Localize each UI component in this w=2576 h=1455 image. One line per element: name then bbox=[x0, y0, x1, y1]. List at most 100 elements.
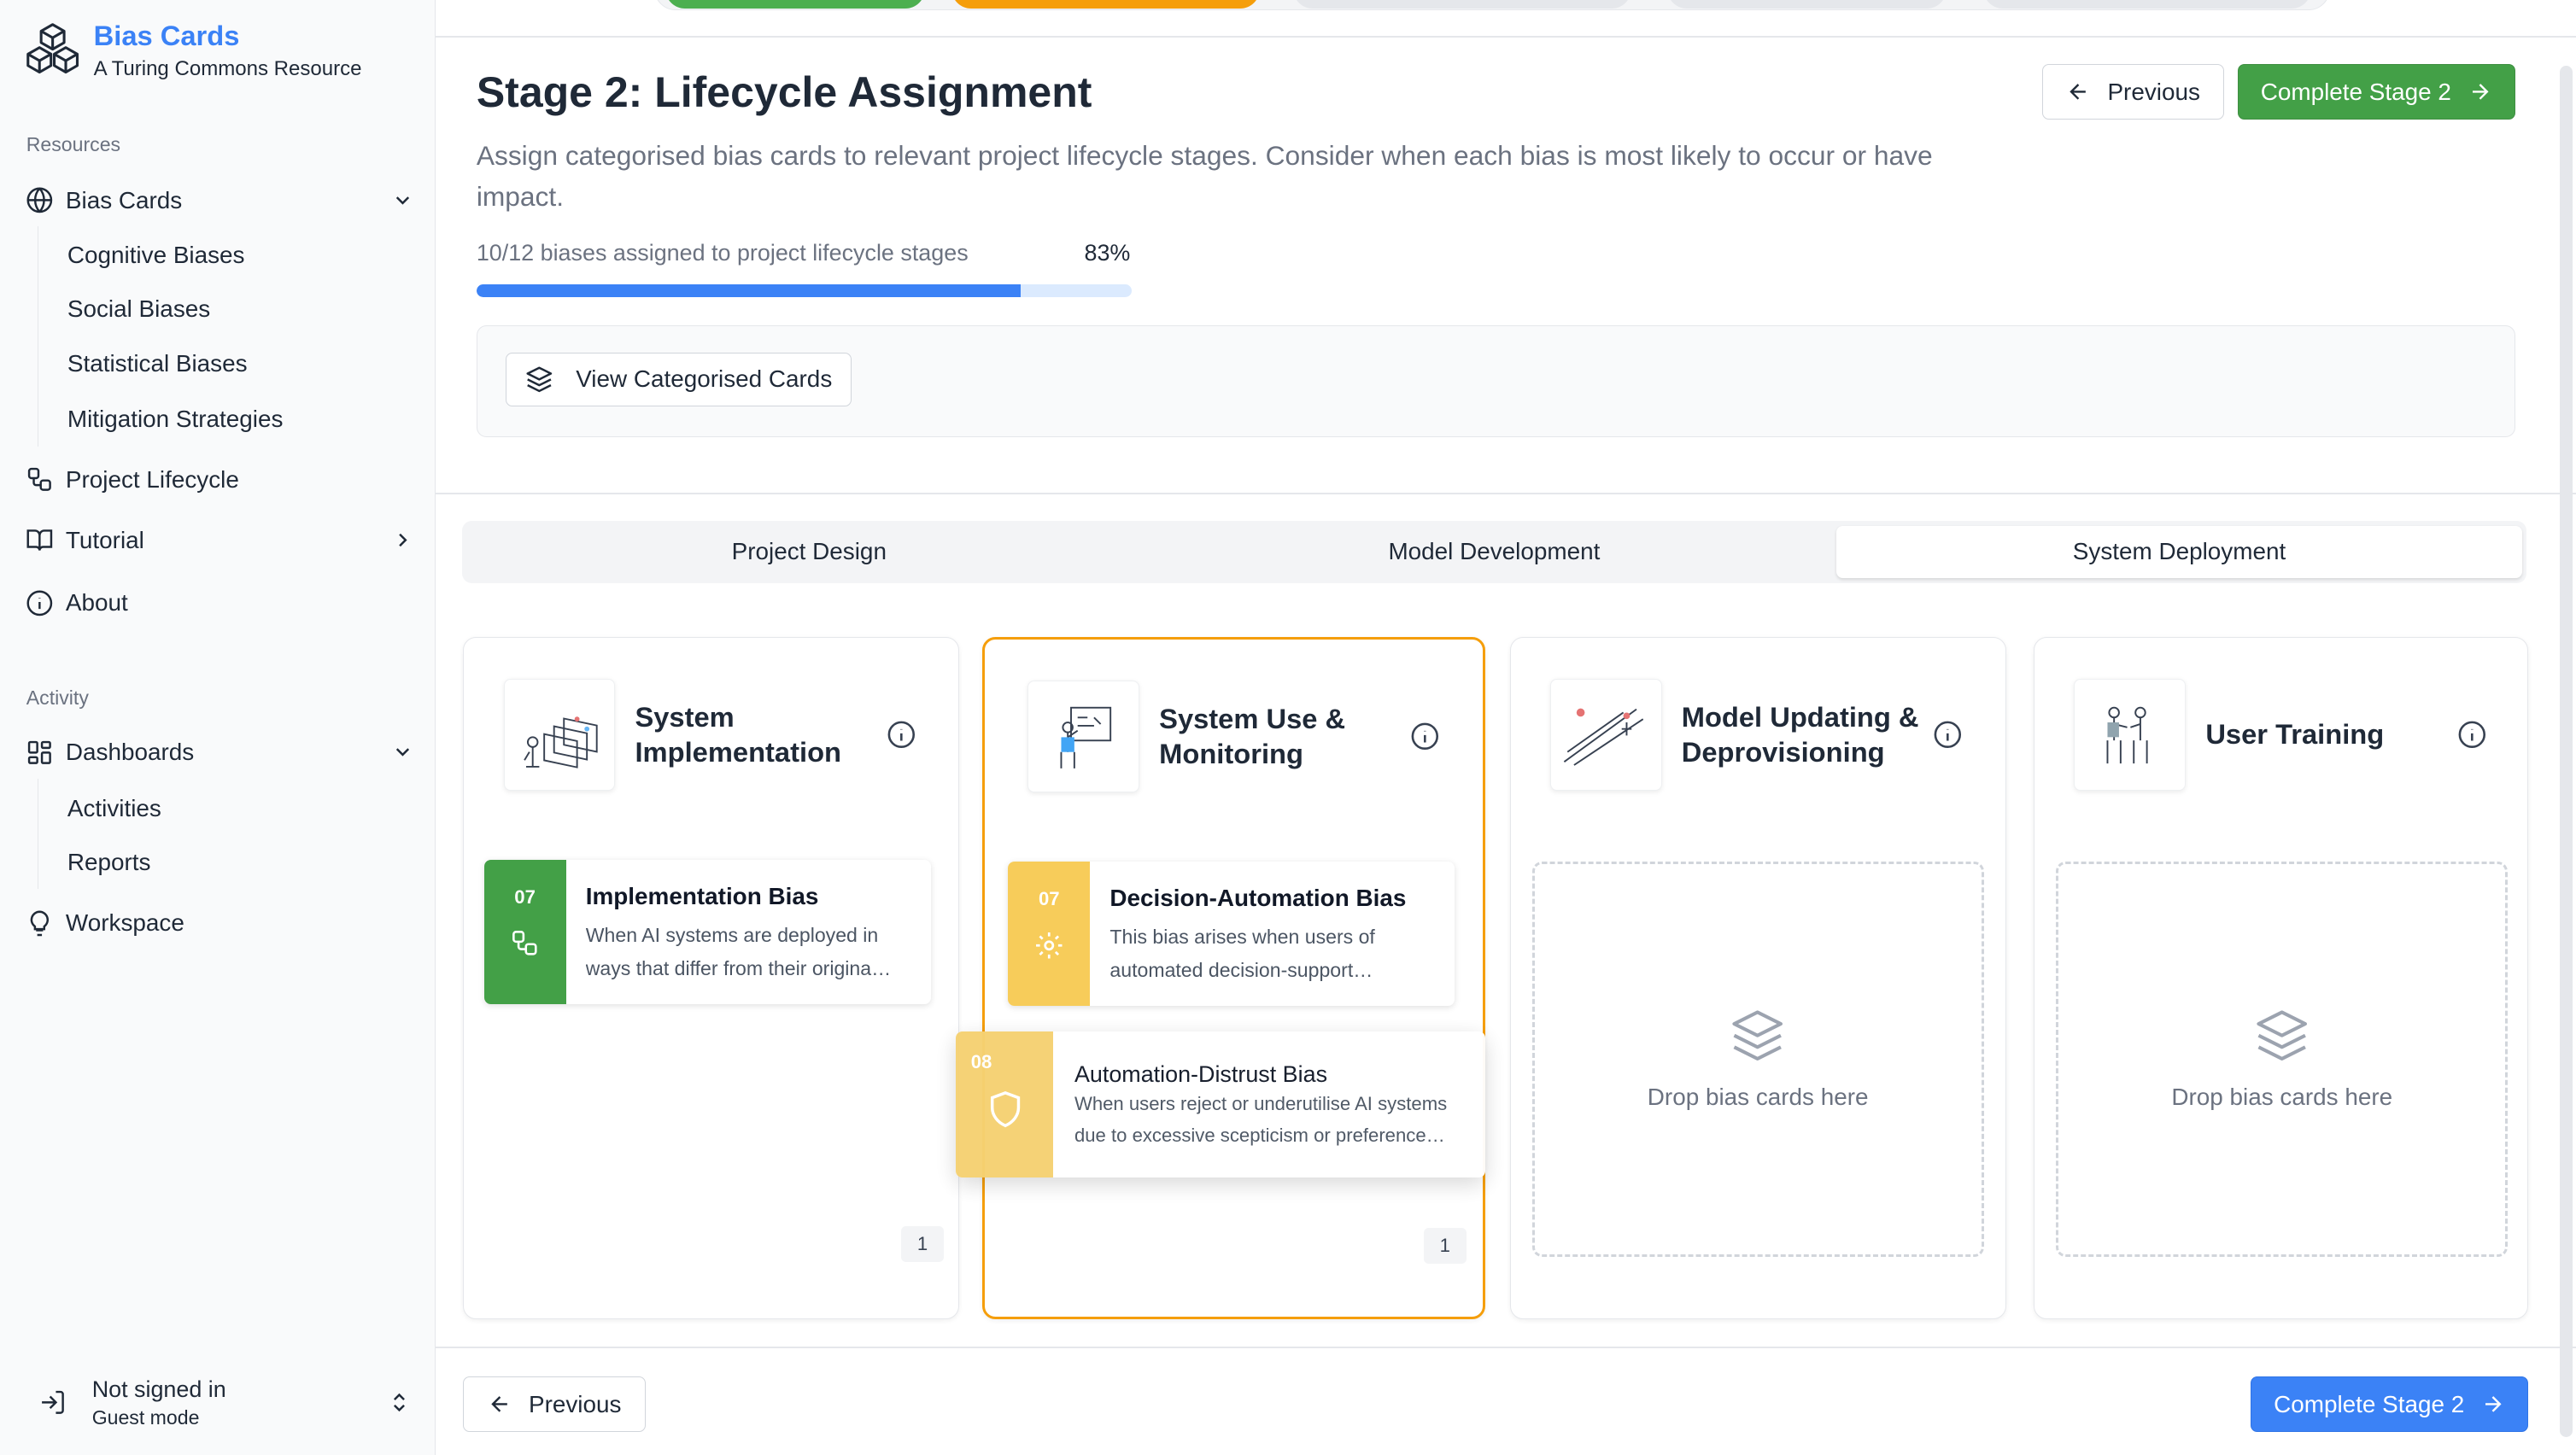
tab-system-deployment[interactable]: System Deployment bbox=[1836, 525, 2522, 579]
drop-zone[interactable]: Drop bias cards here bbox=[1531, 861, 1984, 1258]
scrollbar[interactable] bbox=[2559, 65, 2573, 1438]
header-divider bbox=[435, 36, 2576, 38]
globe-icon bbox=[13, 186, 66, 214]
sidebar-subitem-mitigation-strategies[interactable]: Mitigation Strategies bbox=[67, 406, 284, 433]
sidebar-item-label: Tutorial bbox=[65, 526, 144, 553]
footer-divider bbox=[435, 1347, 2576, 1349]
column-title: Model Updating & Deprovisioning bbox=[1681, 701, 1919, 768]
cubes-logo-icon[interactable] bbox=[23, 20, 82, 79]
layers-icon bbox=[526, 366, 552, 393]
page-description: Assign categorised bias cards to relevan… bbox=[476, 139, 1933, 212]
progress-bar bbox=[476, 283, 1133, 298]
complete-stage-button-bottom[interactable]: Complete Stage 2 bbox=[2251, 1376, 2529, 1433]
user-menu[interactable]: Not signed in Guest mode bbox=[13, 1366, 422, 1439]
sidebar-subitem-statistical-biases[interactable]: Statistical Biases bbox=[67, 350, 248, 377]
sidebar-item-bias-cards[interactable]: Bias Cards bbox=[13, 174, 422, 227]
user-mode: Guest mode bbox=[91, 1405, 200, 1429]
complete-label: Complete Stage 2 bbox=[2274, 1390, 2465, 1417]
complete-label: Complete Stage 2 bbox=[2260, 78, 2451, 105]
lifecycle-column-system-implementation[interactable]: System Implementation 07 Implementation … bbox=[463, 637, 960, 1319]
sidebar-item-label: About bbox=[65, 588, 128, 616]
card-count-badge: 1 bbox=[901, 1225, 945, 1263]
bias-card-description: This bias arises when users of automated… bbox=[1109, 920, 1438, 986]
app-title[interactable]: Bias Cards bbox=[94, 20, 240, 52]
tab-model-development[interactable]: Model Development bbox=[1151, 526, 1836, 579]
lifecycle-column-user-training[interactable]: User Training Drop bias cards here bbox=[2034, 637, 2529, 1319]
stage-4-indicator[interactable] bbox=[1667, 0, 1947, 9]
stage-2-indicator[interactable] bbox=[951, 0, 1261, 9]
bias-card-description-line2: due to excessive scepticism or preferenc… bbox=[1074, 1124, 1445, 1146]
info-icon[interactable] bbox=[1933, 720, 1963, 750]
previous-label: Previous bbox=[2107, 78, 2200, 105]
lifecycle-column-system-use-monitoring[interactable]: System Use & Monitoring 07 Decision-Auto… bbox=[982, 637, 1485, 1319]
sidebar: Bias Cards A Turing Commons Resource Res… bbox=[0, 0, 436, 1455]
previous-button-bottom[interactable]: Previous bbox=[463, 1376, 646, 1433]
bias-card-decision-automation-bias[interactable]: 07 Decision-Automation Bias This bias ar… bbox=[1008, 861, 1455, 1007]
view-categorised-cards-label: View Categorised Cards bbox=[576, 365, 833, 393]
sidebar-item-tutorial[interactable]: Tutorial bbox=[13, 514, 422, 567]
previous-label: Previous bbox=[528, 1390, 622, 1417]
bias-card-strip: 07 bbox=[1008, 861, 1091, 1007]
view-categorised-cards-button[interactable]: View Categorised Cards bbox=[505, 352, 852, 407]
bias-card-number: 08 bbox=[970, 1051, 992, 1073]
sidebar-item-label: Workspace bbox=[65, 909, 184, 936]
system-use-illustration bbox=[1027, 681, 1140, 793]
flow-icon bbox=[512, 930, 537, 955]
bias-card-strip: 07 bbox=[483, 859, 566, 1005]
workflow-icon bbox=[13, 465, 66, 494]
categorised-cards-panel: View Categorised Cards bbox=[476, 324, 2515, 437]
layers-icon bbox=[1732, 1010, 1783, 1061]
shield-icon bbox=[991, 1091, 1021, 1128]
app-subtitle: A Turing Commons Resource bbox=[93, 57, 362, 81]
complete-stage-button-top[interactable]: Complete Stage 2 bbox=[2237, 64, 2515, 120]
stage-1-indicator[interactable] bbox=[665, 0, 925, 9]
dragging-bias-card-automation-distrust-bias[interactable]: 08 Automation-Distrust Bias When users r… bbox=[956, 1031, 1485, 1178]
bias-card-strip: 08 bbox=[956, 1031, 1053, 1178]
progress-percent: 83% bbox=[1084, 239, 1131, 266]
arrow-left-icon bbox=[491, 1396, 507, 1412]
sidebar-item-label: Project Lifecycle bbox=[65, 465, 239, 493]
chevron-right-icon bbox=[383, 529, 422, 552]
sidebar-item-label: Dashboards bbox=[65, 738, 195, 765]
page-title: Stage 2: Lifecycle Assignment bbox=[476, 67, 1092, 116]
sidebar-item-project-lifecycle[interactable]: Project Lifecycle bbox=[13, 453, 422, 506]
sidebar-subitem-reports[interactable]: Reports bbox=[67, 849, 151, 876]
stage-5-indicator[interactable] bbox=[1982, 0, 2312, 9]
bias-card-description-line2: ways that differ from their origina… bbox=[585, 956, 892, 979]
lifecycle-column-model-updating-deprovisioning[interactable]: Model Updating & Deprovisioning Drop bia… bbox=[1509, 637, 2006, 1319]
column-title: System Implementation bbox=[635, 701, 842, 768]
sidebar-item-label: Bias Cards bbox=[65, 186, 183, 213]
previous-button-top[interactable]: Previous bbox=[2041, 64, 2225, 120]
lifecycle-tabs: Project Design Model Development System … bbox=[461, 520, 2527, 583]
sidebar-item-dashboards[interactable]: Dashboards bbox=[13, 726, 422, 779]
log-in-icon bbox=[13, 1388, 91, 1417]
bias-card-description-line1: When users reject or underutilise AI sys… bbox=[1074, 1093, 1448, 1115]
bias-card-title: Implementation Bias bbox=[585, 882, 819, 909]
chevron-down-icon bbox=[383, 740, 422, 763]
bias-card-number: 07 bbox=[1038, 887, 1060, 909]
user-status: Not signed in bbox=[91, 1376, 226, 1402]
bias-card-description-line1: This bias arises when users of bbox=[1109, 926, 1375, 949]
bias-card-title: Decision-Automation Bias bbox=[1109, 884, 1407, 911]
info-icon[interactable] bbox=[2457, 720, 2487, 750]
card-count-badge: 1 bbox=[1423, 1227, 1467, 1265]
sidebar-subitem-activities[interactable]: Activities bbox=[67, 795, 161, 822]
bias-card-implementation-bias[interactable]: 07 Implementation Bias When AI systems a… bbox=[483, 859, 931, 1005]
sidebar-subitem-cognitive-biases[interactable]: Cognitive Biases bbox=[67, 242, 245, 269]
sidebar-item-workspace[interactable]: Workspace bbox=[13, 897, 422, 950]
info-icon bbox=[13, 589, 66, 617]
sidebar-subitem-social-biases[interactable]: Social Biases bbox=[67, 295, 210, 323]
bias-card-number: 07 bbox=[514, 885, 536, 908]
info-icon[interactable] bbox=[1410, 722, 1440, 751]
gear-icon bbox=[1036, 932, 1063, 959]
tab-project-design[interactable]: Project Design bbox=[466, 526, 1151, 579]
sidebar-item-about[interactable]: About bbox=[13, 576, 422, 629]
section-divider bbox=[435, 493, 2576, 494]
info-icon[interactable] bbox=[887, 720, 916, 750]
drop-zone-text: Drop bias cards here bbox=[2171, 1083, 2393, 1110]
drop-zone[interactable]: Drop bias cards here bbox=[2056, 861, 2509, 1258]
layout-dashboard-icon bbox=[13, 739, 66, 767]
bias-card-description: When users reject or underutilise AI sys… bbox=[1074, 1089, 1469, 1151]
stage-3-indicator[interactable] bbox=[1292, 0, 1632, 9]
progress-bar-fill bbox=[476, 283, 1021, 298]
